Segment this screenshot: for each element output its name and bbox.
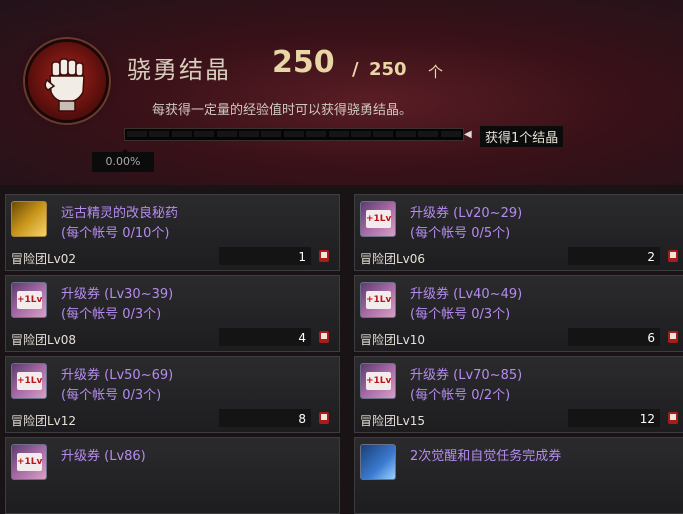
exchange-item-card[interactable]: 2次觉醒和自觉任务完成券 [354, 437, 683, 514]
lv-badge: +1Lv [17, 291, 42, 309]
max-count: 250 [369, 59, 407, 80]
description-text: 每获得一定量的经验值时可以获得骁勇结晶。 [152, 103, 413, 118]
cost-amount: 2 [647, 250, 655, 264]
progress-segment [171, 131, 192, 137]
progress-segment [149, 131, 170, 137]
cost-amount: 4 [298, 331, 306, 345]
progress-segment [373, 131, 394, 137]
item-limit: (每个帐号 0/3个) [61, 307, 162, 322]
exchange-item-card[interactable]: +1Lv 升级券 (Lv40~49) (每个帐号 0/3个) 冒险团Lv10 6 [354, 275, 683, 352]
lv-badge: +1Lv [366, 372, 391, 390]
progress-segment [216, 131, 237, 137]
item-name: 升级券 (Lv50~69) [61, 368, 174, 383]
header-panel: 骁勇结晶 250 / 250 个 每获得一定量的经验值时可以获得骁勇结晶。 ◀ … [0, 0, 683, 185]
lv-badge: +1Lv [17, 372, 42, 390]
cost-amount: 1 [298, 250, 306, 264]
potion-icon [11, 201, 47, 237]
progress-segment [261, 131, 282, 137]
item-limit: (每个帐号 0/3个) [410, 307, 511, 322]
progress-segment [351, 131, 371, 137]
required-level: 冒险团Lv08 [11, 333, 77, 347]
valor-crystal-fist-icon [28, 42, 106, 120]
progress-bar [124, 128, 464, 141]
progress-segment [194, 131, 215, 137]
crystal-cost-icon [319, 412, 329, 424]
level-up-ticket-icon: +1Lv [360, 282, 396, 318]
count-separator: / [352, 59, 359, 80]
arrow-left-icon: ◀ [464, 129, 472, 140]
level-up-ticket-icon: +1Lv [11, 444, 47, 480]
gain-crystal-label: 获得1个结晶 [480, 126, 564, 147]
quest-complete-ticket-icon [360, 444, 396, 480]
current-count: 250 [272, 45, 335, 80]
item-limit: (每个帐号 0/3个) [61, 388, 162, 403]
exchange-item-card[interactable]: +1Lv 升级券 (Lv86) [5, 437, 340, 514]
required-level: 冒险团Lv12 [11, 414, 77, 428]
item-name: 升级券 (Lv30~39) [61, 287, 174, 302]
progress-segment [440, 131, 461, 137]
cost-amount: 6 [647, 331, 655, 345]
exchange-item-card[interactable]: +1Lv 升级券 (Lv30~39) (每个帐号 0/3个) 冒险团Lv08 4 [5, 275, 340, 352]
required-level: 冒险团Lv10 [360, 333, 426, 347]
crystal-cost-icon [668, 331, 678, 343]
level-up-ticket-icon: +1Lv [11, 282, 47, 318]
item-limit: (每个帐号 0/5个) [410, 226, 511, 241]
lv-badge: +1Lv [17, 453, 42, 471]
cost-box [219, 328, 311, 346]
item-name: 升级券 (Lv20~29) [410, 206, 523, 221]
progress-segment [418, 131, 439, 137]
required-level: 冒险团Lv02 [11, 252, 77, 266]
cost-amount: 12 [639, 412, 655, 426]
item-name: 远古精灵的改良秘药 [61, 206, 179, 221]
progress-segment [328, 131, 349, 137]
progress-percent: 0.00% [92, 149, 154, 172]
level-up-ticket-icon: +1Lv [11, 363, 47, 399]
exchange-item-card[interactable]: +1Lv 升级券 (Lv20~29) (每个帐号 0/5个) 冒险团Lv06 2 [354, 194, 683, 271]
item-name: 升级券 (Lv40~49) [410, 287, 523, 302]
exchange-item-card[interactable]: 远古精灵的改良秘药 (每个帐号 0/10个) 冒险团Lv02 1 [5, 194, 340, 271]
cost-box [219, 247, 311, 265]
item-limit: (每个帐号 0/2个) [410, 388, 511, 403]
lv-badge: +1Lv [366, 291, 391, 309]
progress-segment [127, 131, 147, 137]
count-unit: 个 [428, 63, 444, 81]
crystal-cost-icon [668, 250, 678, 262]
level-up-ticket-icon: +1Lv [360, 201, 396, 237]
lv-badge: +1Lv [366, 210, 391, 228]
cost-amount: 8 [298, 412, 306, 426]
required-level: 冒险团Lv15 [360, 414, 426, 428]
currency-title: 骁勇结晶 [127, 56, 231, 84]
item-name: 2次觉醒和自觉任务完成券 [410, 449, 562, 464]
item-limit: (每个帐号 0/10个) [61, 226, 170, 241]
crystal-cost-icon [668, 412, 678, 424]
required-level: 冒险团Lv06 [360, 252, 426, 266]
crystal-cost-icon [319, 250, 329, 262]
cost-box [568, 328, 660, 346]
progress-segment [306, 131, 327, 137]
progress-segment [239, 131, 259, 137]
item-name: 升级券 (Lv70~85) [410, 368, 523, 383]
cost-box [568, 247, 660, 265]
level-up-ticket-icon: +1Lv [360, 363, 396, 399]
exchange-item-card[interactable]: +1Lv 升级券 (Lv50~69) (每个帐号 0/3个) 冒险团Lv12 8 [5, 356, 340, 433]
exchange-item-card[interactable]: +1Lv 升级券 (Lv70~85) (每个帐号 0/2个) 冒险团Lv15 12 [354, 356, 683, 433]
crystal-cost-icon [319, 331, 329, 343]
progress-segment [395, 131, 416, 137]
cost-box [219, 409, 311, 427]
progress-segment [283, 131, 304, 137]
item-name: 升级券 (Lv86) [61, 449, 146, 464]
